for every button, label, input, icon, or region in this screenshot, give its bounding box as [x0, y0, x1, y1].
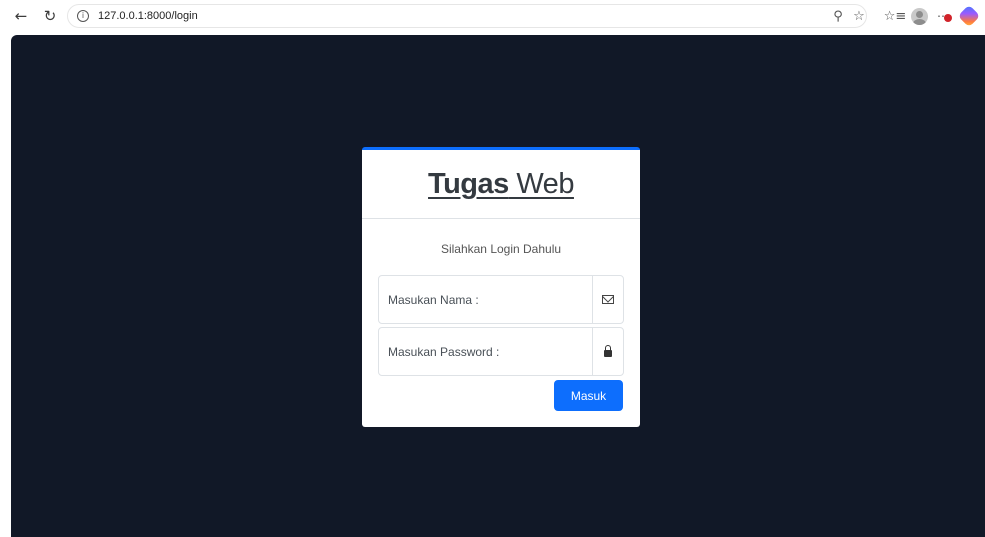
favorites-list-icon[interactable]: ☆≡	[884, 7, 907, 25]
browser-toolbar: ← ↻ i 127.0.0.1:8000/login ⚲ ☆ ☆≡ ⋯	[0, 0, 985, 33]
name-addon	[592, 276, 623, 323]
back-icon[interactable]: ←	[11, 6, 31, 26]
envelope-icon	[602, 295, 614, 304]
login-subtitle: Silahkan Login Dahulu	[440, 242, 562, 256]
name-input-group	[378, 275, 624, 324]
url-text[interactable]: 127.0.0.1:8000/login	[98, 10, 198, 22]
name-input[interactable]	[379, 276, 592, 323]
password-addon	[592, 328, 623, 375]
card-header: Tugas Web	[362, 150, 640, 219]
brand-link[interactable]: Tugas Web	[428, 168, 574, 201]
favorite-star-icon[interactable]: ☆	[850, 7, 868, 25]
submit-button[interactable]: Masuk	[554, 380, 623, 411]
brand-bold-text: Tugas	[428, 167, 509, 200]
card-body: Silahkan Login Dahulu	[362, 242, 640, 258]
profile-avatar-icon[interactable]	[910, 7, 928, 25]
more-icon[interactable]: ⋯	[934, 7, 952, 25]
lock-icon	[604, 345, 612, 357]
login-card: Tugas Web Silahkan Login Dahulu Masuk	[362, 147, 640, 427]
notification-badge	[944, 14, 952, 22]
copilot-icon[interactable]	[957, 4, 981, 28]
info-icon[interactable]: i	[77, 10, 89, 22]
key-icon[interactable]: ⚲	[829, 7, 847, 25]
address-bar[interactable]: i 127.0.0.1:8000/login	[67, 4, 867, 28]
brand-light-text: Web	[508, 167, 574, 200]
reload-icon[interactable]: ↻	[40, 6, 60, 26]
password-input-group	[378, 327, 624, 376]
password-input[interactable]	[379, 328, 592, 375]
